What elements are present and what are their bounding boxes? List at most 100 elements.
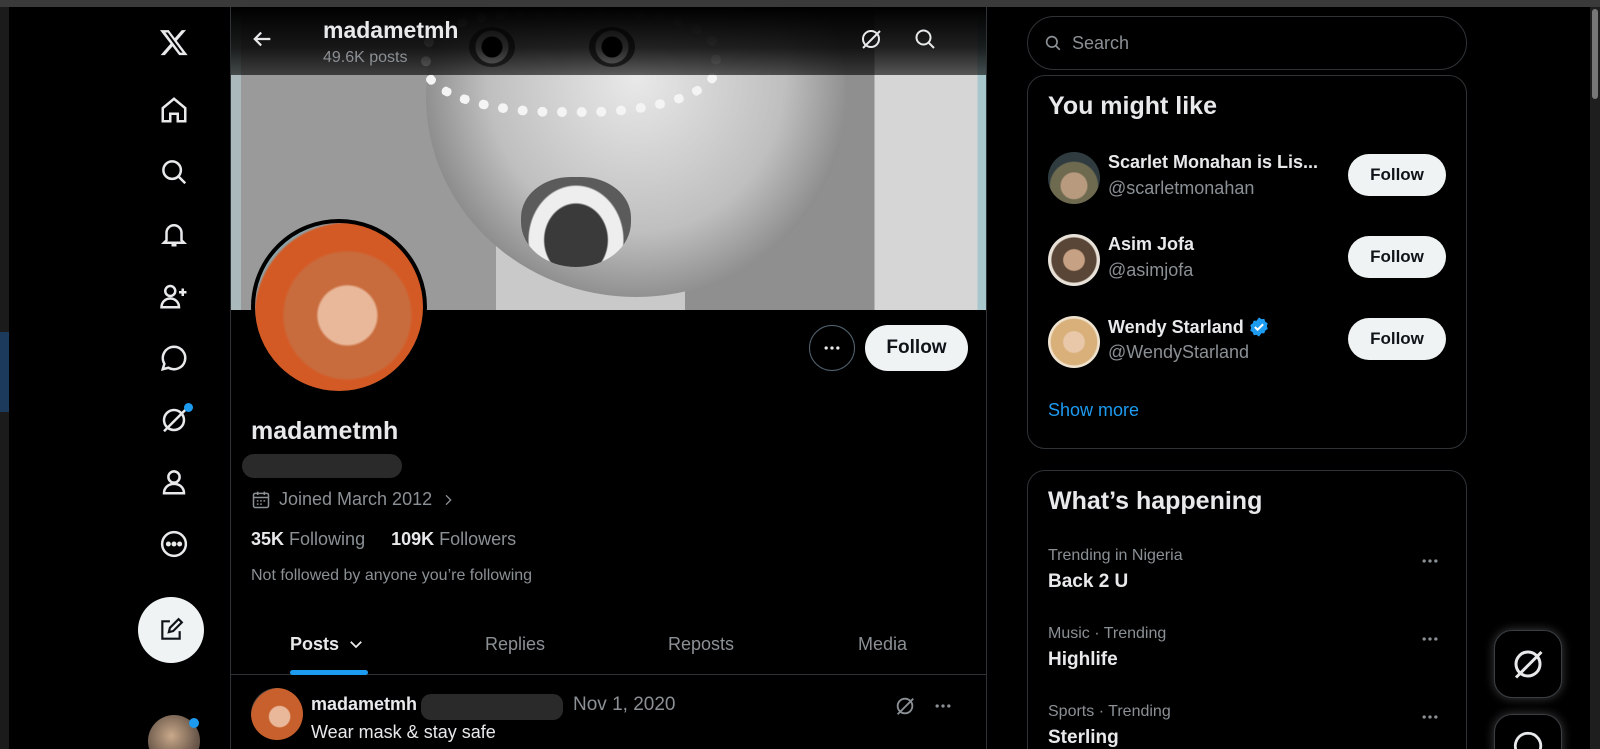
- post-handle-redacted: [421, 694, 563, 720]
- calendar-icon: [252, 491, 270, 508]
- suggestion-item[interactable]: Asim Jofa @asimjofa Follow: [1048, 234, 1448, 294]
- grok-icon: [896, 697, 914, 715]
- x-logo-icon[interactable]: [138, 15, 210, 69]
- more-icon: [824, 346, 840, 350]
- bell-icon[interactable]: [138, 207, 210, 261]
- search-input[interactable]: [1072, 32, 1432, 54]
- trend-name: Sterling: [1048, 727, 1119, 748]
- trend-more-button[interactable]: [1416, 705, 1444, 729]
- search-posts-button[interactable]: [907, 21, 943, 57]
- tab-posts[interactable]: Posts: [290, 613, 365, 675]
- join-date-text: Joined March 2012: [279, 489, 433, 509]
- left-edge: [0, 7, 9, 749]
- banner-mouth: [521, 177, 631, 267]
- trend-more-button[interactable]: [1416, 627, 1444, 651]
- suggestion-follow-button[interactable]: Follow: [1348, 318, 1446, 360]
- trend-meta: Music · Trending: [1048, 625, 1167, 642]
- trend-more-button[interactable]: [1416, 549, 1444, 573]
- scrollbar[interactable]: [1590, 7, 1600, 749]
- chat-icon: [1513, 731, 1543, 749]
- followers-label: Followers: [439, 529, 517, 549]
- notification-dot: [184, 403, 193, 412]
- profile-handle-redacted: [242, 454, 402, 478]
- post-author-avatar[interactable]: [251, 688, 303, 740]
- browser-top-strip: [0, 0, 1600, 7]
- grok-floating-button[interactable]: [1494, 630, 1562, 698]
- chevron-right-icon: [445, 494, 452, 505]
- follow-stats: 35K Following 109K Followers: [251, 529, 516, 550]
- post[interactable]: madametmh Nov 1, 2020 Wear mask & stay s…: [231, 676, 986, 749]
- tab-posts-label: Posts: [290, 633, 340, 654]
- profile-avatar[interactable]: [251, 219, 427, 395]
- show-more-link[interactable]: Show more: [1048, 400, 1139, 421]
- trend-item[interactable]: Sports · Trending Sterling: [1048, 703, 1448, 749]
- chevron-down-icon: [350, 641, 362, 649]
- trend-item[interactable]: Music · Trending Highlife: [1048, 625, 1448, 685]
- you-might-like-card: You might like Scarlet Monahan is Lis...…: [1027, 75, 1467, 449]
- suggestion-name-text: Wendy Starland: [1108, 316, 1244, 337]
- home-icon[interactable]: [138, 83, 210, 137]
- suggestion-name[interactable]: Asim Jofa: [1108, 234, 1333, 255]
- post-grok-button[interactable]: [891, 692, 919, 720]
- messages-floating-button[interactable]: [1494, 714, 1562, 749]
- trend-meta: Sports · Trending: [1048, 703, 1171, 720]
- not-followed-note: Not followed by anyone you’re following: [251, 567, 533, 584]
- suggestion-name-text: Asim Jofa: [1108, 234, 1195, 254]
- grok-icon[interactable]: [138, 393, 210, 447]
- more-options-button[interactable]: [809, 325, 855, 371]
- header-post-count: 49.6K posts: [323, 49, 408, 66]
- post-date[interactable]: Nov 1, 2020: [573, 694, 675, 716]
- suggestion-handle[interactable]: @scarletmonahan: [1108, 178, 1254, 199]
- more-icon: [935, 704, 951, 708]
- left-edge-highlight: [0, 332, 9, 412]
- more-icon: [1422, 637, 1438, 641]
- suggestion-item[interactable]: Scarlet Monahan is Lis... @scarletmonaha…: [1048, 152, 1448, 212]
- suggestion-item[interactable]: Wendy Starland @WendyStarland Follow: [1048, 316, 1448, 376]
- tab-reposts[interactable]: Reposts: [668, 613, 734, 675]
- following-link[interactable]: 35K Following: [251, 529, 365, 550]
- suggestion-follow-button[interactable]: Follow: [1348, 154, 1446, 196]
- arrow-left-icon: [253, 31, 271, 47]
- followers-link[interactable]: 109K Followers: [391, 529, 516, 550]
- more-icon: [1422, 715, 1438, 719]
- following-label: Following: [289, 529, 366, 549]
- person-icon[interactable]: [138, 455, 210, 509]
- search-icon[interactable]: [138, 145, 210, 199]
- search-box[interactable]: [1027, 16, 1467, 70]
- search-icon: [1045, 35, 1061, 51]
- profile-tabs: Posts Replies Reposts Media: [231, 613, 986, 675]
- following-count: 35K: [251, 529, 285, 549]
- suggestion-avatar[interactable]: [1048, 152, 1100, 204]
- suggestion-handle[interactable]: @WendyStarland: [1108, 342, 1249, 363]
- grok-header-button[interactable]: [853, 21, 889, 57]
- suggestion-follow-button[interactable]: Follow: [1348, 236, 1446, 278]
- trend-name: Back 2 U: [1048, 571, 1129, 592]
- whats-happening-card: What’s happening Trending in Nigeria Bac…: [1027, 470, 1467, 749]
- trend-meta: Trending in Nigeria: [1048, 547, 1183, 564]
- trend-name: Highlife: [1048, 649, 1118, 670]
- scrollbar-thumb[interactable]: [1592, 9, 1598, 99]
- follow-button[interactable]: Follow: [865, 325, 968, 371]
- more-circle-icon[interactable]: [138, 517, 210, 571]
- post-more-button[interactable]: [929, 692, 957, 720]
- chat-icon[interactable]: [138, 331, 210, 385]
- verified-badge-icon: [1249, 317, 1268, 337]
- suggestion-avatar[interactable]: [1048, 234, 1100, 286]
- more-icon: [1422, 559, 1438, 563]
- person-add-icon[interactable]: [138, 269, 210, 323]
- join-date[interactable]: Joined March 2012: [251, 489, 456, 510]
- compose-button[interactable]: [138, 597, 204, 663]
- suggestion-handle[interactable]: @asimjofa: [1108, 260, 1193, 281]
- back-button[interactable]: [245, 21, 281, 57]
- suggestion-name[interactable]: Scarlet Monahan is Lis...: [1108, 152, 1333, 173]
- post-author-name[interactable]: madametmh: [311, 694, 417, 715]
- profile-header-bar: madametmh 49.6K posts: [231, 7, 986, 75]
- suggestion-name[interactable]: Wendy Starland: [1108, 316, 1333, 338]
- trend-item[interactable]: Trending in Nigeria Back 2 U: [1048, 547, 1448, 607]
- tab-media[interactable]: Media: [858, 613, 907, 675]
- tab-replies[interactable]: Replies: [485, 613, 545, 675]
- grok-icon: [862, 30, 881, 49]
- suggestion-avatar[interactable]: [1048, 316, 1100, 368]
- search-icon: [915, 29, 935, 49]
- followers-count: 109K: [391, 529, 435, 549]
